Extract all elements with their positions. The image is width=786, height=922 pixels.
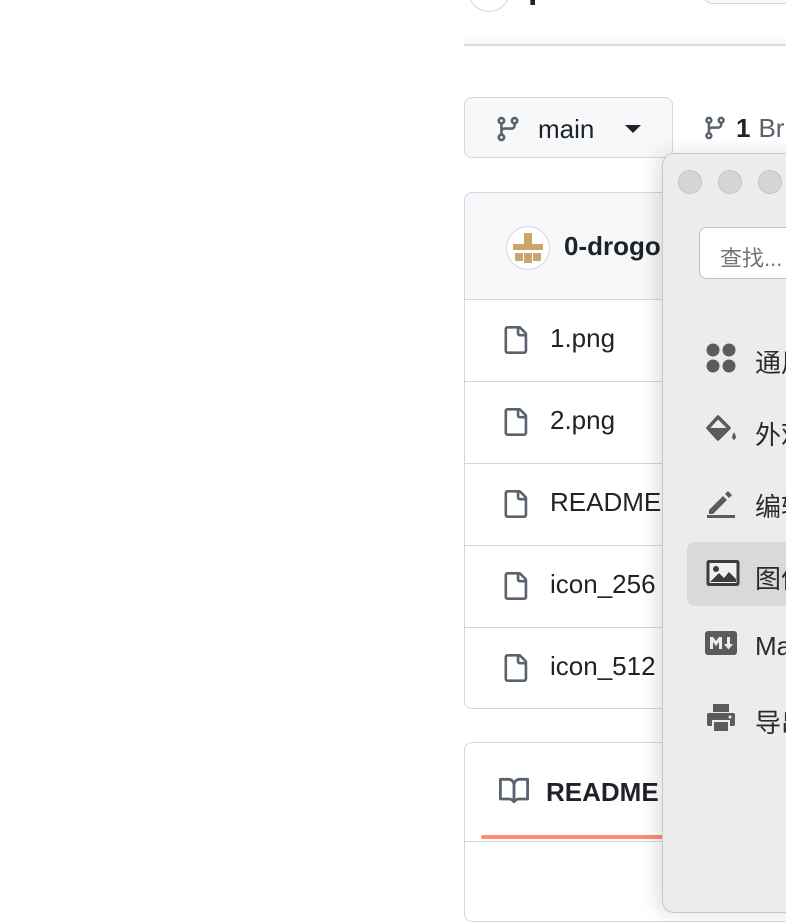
author-avatar[interactable]	[506, 226, 550, 270]
minimize-window-button[interactable]	[718, 170, 742, 194]
file-name[interactable]: 1.png	[550, 323, 615, 354]
commit-author[interactable]: 0-drogo	[564, 231, 661, 262]
nav-label: Markdown	[755, 631, 786, 661]
caret-down-icon	[625, 125, 641, 133]
close-window-button[interactable]	[678, 170, 702, 194]
markdown-icon	[705, 631, 737, 655]
nav-label: 导出	[755, 708, 786, 738]
printer-icon	[707, 704, 735, 733]
file-icon	[504, 572, 528, 600]
repo-name[interactable]: p	[528, 0, 549, 7]
branch-name: main	[538, 114, 595, 144]
zoom-window-button[interactable]	[758, 170, 782, 194]
paint-bucket-icon	[706, 415, 736, 441]
settings-window: 通用 外观 编辑 图像 Markdown	[662, 153, 786, 913]
branch-selector-button[interactable]: main	[464, 97, 673, 158]
file-icon	[504, 654, 528, 682]
git-branch-icon	[497, 116, 519, 142]
branches-link[interactable]: 1 Br	[702, 110, 784, 146]
nav-item-appearance[interactable]: 外观	[687, 398, 786, 462]
header-divider	[464, 44, 786, 46]
settings-search-input[interactable]	[699, 227, 786, 279]
branches-count: 1	[736, 112, 751, 143]
identicon-icon	[513, 233, 543, 263]
git-branch-icon	[705, 116, 725, 140]
nav-label: 图像	[755, 564, 786, 594]
image-icon	[706, 560, 740, 586]
active-tab-underline	[481, 835, 681, 839]
file-name[interactable]: 2.png	[550, 405, 615, 436]
repo-owner-avatar[interactable]	[468, 0, 510, 12]
file-icon	[504, 326, 528, 354]
nav-item-markdown[interactable]: Markdown	[687, 614, 786, 678]
nav-label: 通用	[755, 348, 786, 378]
nav-label: 编辑	[755, 492, 786, 522]
readme-tab[interactable]: README	[546, 777, 659, 808]
branches-label: Br	[758, 112, 785, 143]
header-shadow	[464, 34, 786, 44]
file-icon	[504, 490, 528, 518]
pencil-icon	[707, 491, 735, 518]
nav-label: 外观	[755, 420, 786, 450]
file-name[interactable]: README	[550, 487, 661, 518]
nav-item-general[interactable]: 通用	[687, 326, 786, 390]
grid-icon	[706, 343, 736, 373]
nav-item-image[interactable]: 图像	[687, 542, 786, 606]
book-icon	[499, 777, 530, 804]
file-icon	[504, 408, 528, 436]
nav-item-export[interactable]: 导出	[687, 686, 786, 750]
nav-item-editor[interactable]: 编辑	[687, 470, 786, 534]
file-name[interactable]: icon_512	[550, 651, 656, 682]
file-name[interactable]: icon_256	[550, 569, 656, 600]
header-action-button[interactable]	[700, 0, 786, 4]
